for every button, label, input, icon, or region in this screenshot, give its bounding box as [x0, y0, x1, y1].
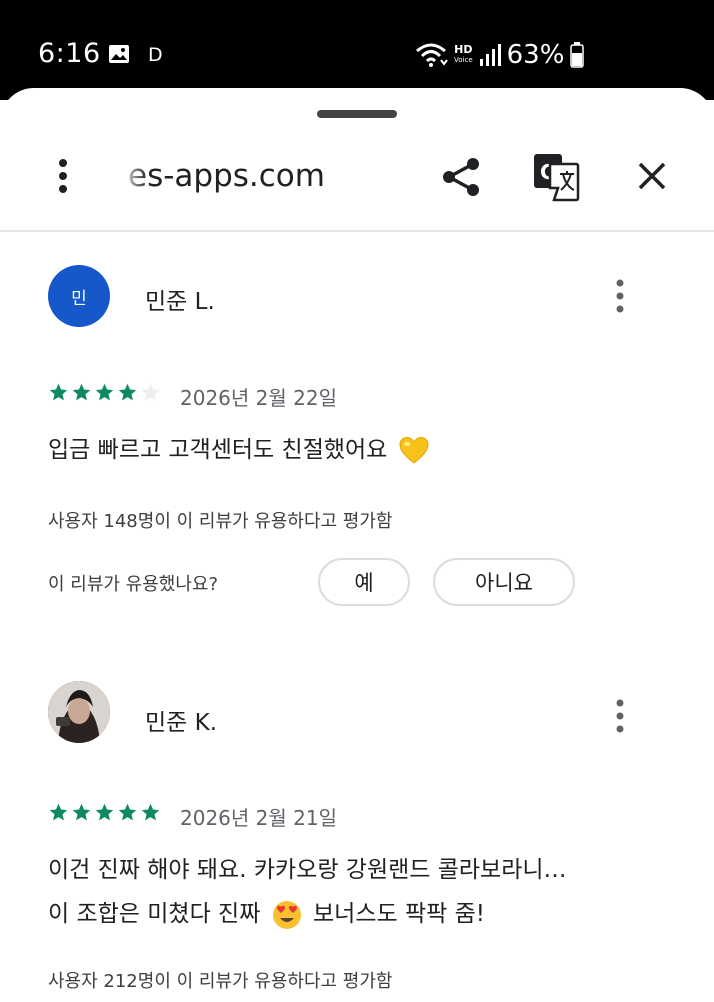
review-text: 입금 빠르고 고객센터도 친절했어요: [48, 428, 688, 472]
browser-toolbar: es-apps.com G: [0, 138, 714, 228]
gallery-icon: [109, 45, 129, 63]
avatar: [48, 681, 110, 743]
status-time: 6:16: [38, 38, 101, 69]
review-text-segment: 이 조합은 미쳤다 진짜: [48, 901, 261, 927]
hd-sub-label: Voice: [454, 56, 473, 64]
status-bar: 6:16 D HD Voice 63%: [0, 0, 714, 100]
avatar-letter: 민: [71, 288, 87, 309]
signal-icon: [479, 44, 501, 66]
review-text-segment: 보너스도 팍팍 줌!: [313, 901, 485, 927]
star-icon: [141, 803, 160, 821]
helpful-yes-button[interactable]: 예: [318, 558, 410, 606]
review-date: 2026년 2월 22일: [180, 386, 337, 410]
status-indicator: D: [148, 44, 163, 66]
more-vert-icon[interactable]: [46, 156, 80, 196]
reviewer-name: 민준 K.: [145, 710, 218, 736]
review-more-icon[interactable]: [604, 698, 636, 734]
avatar: 민: [48, 265, 110, 327]
share-icon[interactable]: [440, 156, 482, 198]
url-fade: [108, 152, 148, 200]
url-text[interactable]: es-apps.com: [128, 158, 325, 194]
no-label: 아니요: [475, 571, 533, 595]
battery-percent: 63%: [506, 40, 565, 70]
toolbar-divider: [0, 230, 714, 232]
star-rating: [48, 802, 161, 823]
yellow-heart-icon: [399, 436, 429, 464]
battery-icon: [570, 42, 585, 68]
helpful-count: 사용자 148명이 이 리뷰가 유용하다고 평가함: [48, 511, 393, 532]
review-text-line: 이건 진짜 해야 돼요. 카카오랑 강원랜드 콜라보라니…: [48, 857, 567, 883]
star-icon: [49, 803, 68, 821]
star-icon: [95, 803, 114, 821]
drag-handle[interactable]: [317, 110, 397, 118]
avatar-photo: [48, 681, 110, 743]
star-icon: [95, 383, 114, 401]
helpful-count: 사용자 212명이 이 리뷰가 유용하다고 평가함: [48, 971, 393, 992]
wifi-icon: [416, 43, 448, 67]
star-icon: [118, 383, 137, 401]
star-icon: [49, 383, 68, 401]
yes-label: 예: [354, 571, 374, 595]
reviewer-name: 민준 L.: [145, 289, 215, 315]
star-rating: [48, 382, 161, 403]
translate-icon[interactable]: G: [532, 152, 580, 202]
star-icon: [118, 803, 137, 821]
review-text: 이건 진짜 해야 돼요. 카카오랑 강원랜드 콜라보라니… 이 조합은 미쳤다 …: [48, 848, 688, 936]
review-text-line: 이 조합은 미쳤다 진짜 보너스도 팍팍 줌!: [48, 892, 688, 936]
star-icon: [72, 803, 91, 821]
star-empty-icon: [141, 383, 160, 401]
review-date: 2026년 2월 21일: [180, 806, 337, 830]
review-text-content: 입금 빠르고 고객센터도 친절했어요: [48, 437, 388, 463]
helpful-no-button[interactable]: 아니요: [433, 558, 575, 606]
star-icon: [72, 383, 91, 401]
heart-eyes-emoji-icon: [272, 900, 301, 929]
close-icon[interactable]: [632, 156, 672, 196]
helpful-question: 이 리뷰가 유용했나요?: [48, 574, 219, 595]
status-right-group: HD Voice 63%: [414, 38, 585, 72]
review-more-icon[interactable]: [604, 278, 636, 314]
hd-voice-icon: HD Voice: [454, 44, 473, 65]
